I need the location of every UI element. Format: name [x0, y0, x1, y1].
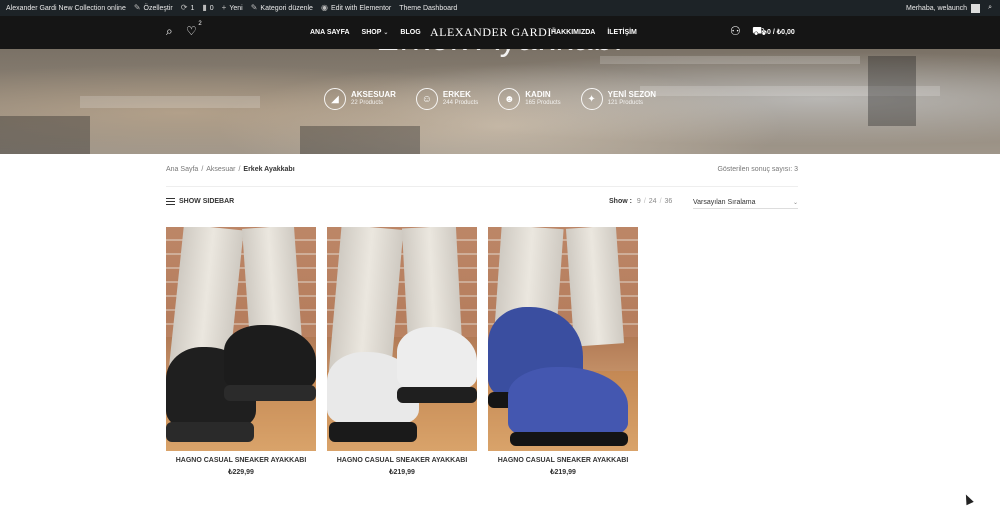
- result-count: Gösterilen sonuç sayısı: 3: [717, 166, 798, 173]
- admin-bar: Alexander Gardi New Collection online ✎ Ö…: [0, 0, 1000, 16]
- menu-icon: [166, 198, 175, 205]
- product-price: ₺219,99: [389, 469, 415, 476]
- cart-icon[interactable]: ⛟: [752, 25, 767, 37]
- avatar: [971, 3, 981, 13]
- admin-theme-dashboard[interactable]: Theme Dashboard: [395, 0, 461, 16]
- admin-updates[interactable]: ⟳ 1: [177, 0, 199, 16]
- user-icon[interactable]: ⚇: [730, 25, 741, 37]
- per-page-selector: Show : 9/24/36: [609, 198, 673, 205]
- shoe-icon: ◢: [324, 88, 346, 110]
- nav-ana-sayfa[interactable]: ANA SAYFA: [310, 29, 350, 36]
- nav-shop[interactable]: SHOP ⌄: [362, 29, 389, 36]
- admin-comments[interactable]: ▮ 0: [198, 0, 217, 16]
- chevron-down-icon: ⌄: [792, 199, 798, 206]
- category-kadin[interactable]: ☻ KADIN 165 Products: [498, 88, 561, 110]
- admin-customize[interactable]: ✎ Özelleştir: [130, 0, 177, 16]
- nav-hakkimizda[interactable]: HAKKIMIZDA: [551, 29, 595, 36]
- divider: [166, 186, 798, 187]
- nav-iletisim[interactable]: İLETİŞİM: [607, 29, 637, 36]
- category-yeni-sezon[interactable]: ✦ YENİ SEZON 121 Products: [580, 88, 656, 110]
- wishlist-icon[interactable]: ♡ 2: [186, 21, 202, 37]
- product-image[interactable]: [166, 227, 316, 451]
- show-sidebar-button[interactable]: SHOW SIDEBAR: [166, 198, 234, 205]
- product-price: ₺229,99: [228, 469, 254, 476]
- per-page-24[interactable]: 24: [649, 198, 657, 205]
- product-card[interactable]: HAGNO CASUAL SNEAKER AYAKKABI ₺229,99: [166, 227, 316, 476]
- comment-icon: ▮: [202, 3, 207, 12]
- woman-icon: ☻: [498, 88, 521, 110]
- chevron-down-icon: ⌄: [383, 30, 389, 36]
- admin-edit-elementor[interactable]: ◉ Edit with Elementor: [317, 0, 395, 16]
- product-card[interactable]: HAGNO CASUAL SNEAKER AYAKKABI ₺219,99: [488, 227, 638, 476]
- breadcrumb: Ana Sayfa / Aksesuar / Erkek Ayakkabı: [166, 166, 295, 173]
- brush-icon: ✎: [133, 3, 141, 12]
- mouse-cursor: [962, 492, 974, 506]
- admin-new[interactable]: + Yeni: [218, 0, 247, 16]
- breadcrumb-current: Erkek Ayakkabı: [243, 166, 295, 173]
- product-card[interactable]: HAGNO CASUAL SNEAKER AYAKKABI ₺219,99: [327, 227, 477, 476]
- breadcrumb-aksesuar[interactable]: Aksesuar: [206, 166, 235, 173]
- main-nav-left: ANA SAYFA SHOP ⌄ BLOG: [310, 16, 433, 49]
- admin-edit-category[interactable]: ✎ Kategori düzenle: [247, 0, 317, 16]
- product-name[interactable]: HAGNO CASUAL SNEAKER AYAKKABI: [327, 457, 477, 464]
- elementor-icon: ◉: [320, 3, 328, 12]
- admin-search-icon[interactable]: ⌕: [984, 0, 996, 16]
- wishlist-count: 2: [198, 21, 202, 27]
- admin-account[interactable]: Merhaba, welaunch: [902, 0, 984, 16]
- per-page-36[interactable]: 36: [665, 198, 673, 205]
- search-icon[interactable]: ⌕: [166, 25, 173, 37]
- main-nav-right: HAKKIMIZDA İLETİŞİM: [551, 16, 649, 49]
- site-logo[interactable]: ALEXANDER GARDI®: [430, 25, 556, 40]
- product-name[interactable]: HAGNO CASUAL SNEAKER AYAKKABI: [488, 457, 638, 464]
- breadcrumb-home[interactable]: Ana Sayfa: [166, 166, 198, 173]
- product-price: ₺219,99: [550, 469, 576, 476]
- category-list: ◢ AKSESUAR 22 Products ☺ ERKEK 244 Product…: [324, 88, 676, 110]
- product-image[interactable]: [488, 227, 638, 451]
- per-page-9[interactable]: 9: [637, 198, 641, 205]
- product-name[interactable]: HAGNO CASUAL SNEAKER AYAKKABI: [166, 457, 316, 464]
- plus-icon: +: [221, 3, 227, 12]
- man-icon: ☺: [415, 88, 438, 110]
- site-header: ⌕ ♡ 2 ANA SAYFA SHOP ⌄ BLOG ALEXANDER GARD…: [0, 16, 1000, 49]
- admin-site-name[interactable]: Alexander Gardi New Collection online: [2, 0, 130, 16]
- nav-blog[interactable]: BLOG: [400, 29, 420, 36]
- category-aksesuar[interactable]: ◢ AKSESUAR 22 Products: [324, 88, 396, 110]
- sort-select[interactable]: Varsayılan Sıralama ⌄: [693, 196, 798, 209]
- new-season-icon: ✦: [580, 88, 603, 110]
- pencil-icon: ✎: [250, 3, 258, 12]
- product-image[interactable]: [327, 227, 477, 451]
- refresh-icon: ⟳: [180, 3, 188, 12]
- category-erkek[interactable]: ☺ ERKEK 244 Products: [415, 88, 478, 110]
- cart-total[interactable]: 0 / ₺0,00: [767, 28, 795, 36]
